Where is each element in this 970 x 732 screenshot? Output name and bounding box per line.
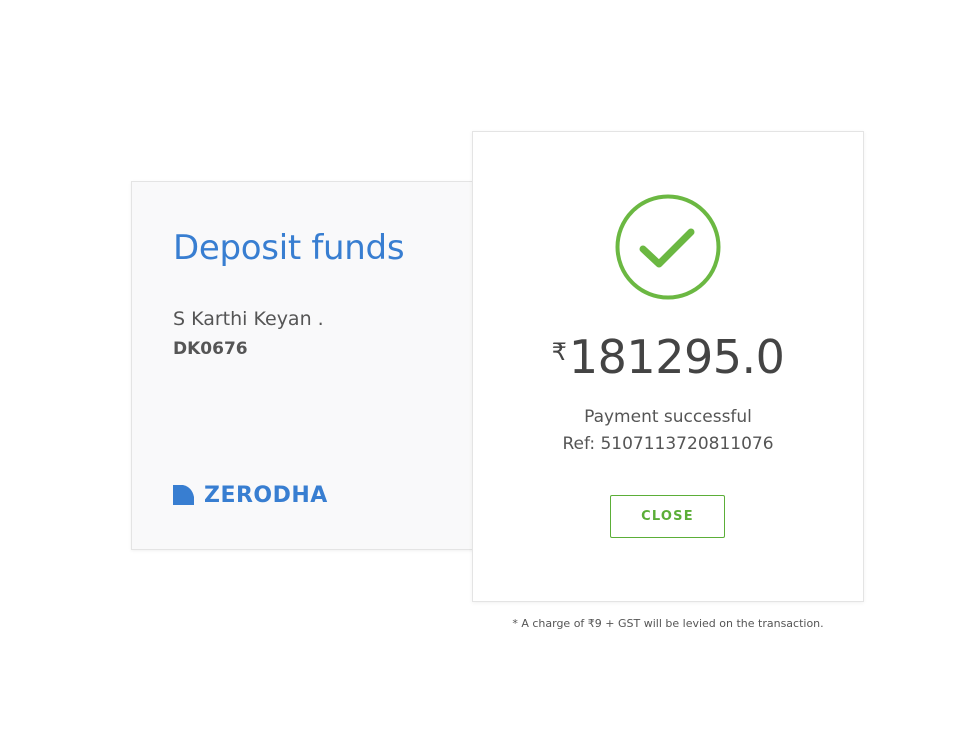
amount-value: 181295.0 <box>568 330 785 384</box>
client-name: S Karthi Keyan . <box>173 308 324 330</box>
close-button[interactable]: CLOSE <box>610 495 725 538</box>
payment-status-text: Payment successful <box>584 407 752 427</box>
client-id: DK0676 <box>173 339 248 359</box>
page-title: Deposit funds <box>173 228 405 268</box>
brand-name: ZERODHA <box>204 482 328 508</box>
check-circle-icon <box>615 194 721 300</box>
payment-reference: Ref: 5107113720811076 <box>562 434 774 454</box>
charge-note: * A charge of ₹9 + GST will be levied on… <box>512 617 824 630</box>
payment-status-card: ₹181295.0 Payment successful Ref: 510711… <box>472 131 864 602</box>
deposit-info-card: Deposit funds S Karthi Keyan . DK0676 ZE… <box>131 181 503 550</box>
zerodha-logo-icon <box>173 485 194 505</box>
currency-symbol: ₹ <box>551 338 567 366</box>
zerodha-logo: ZERODHA <box>173 482 328 508</box>
payment-amount: ₹181295.0 <box>473 330 863 384</box>
